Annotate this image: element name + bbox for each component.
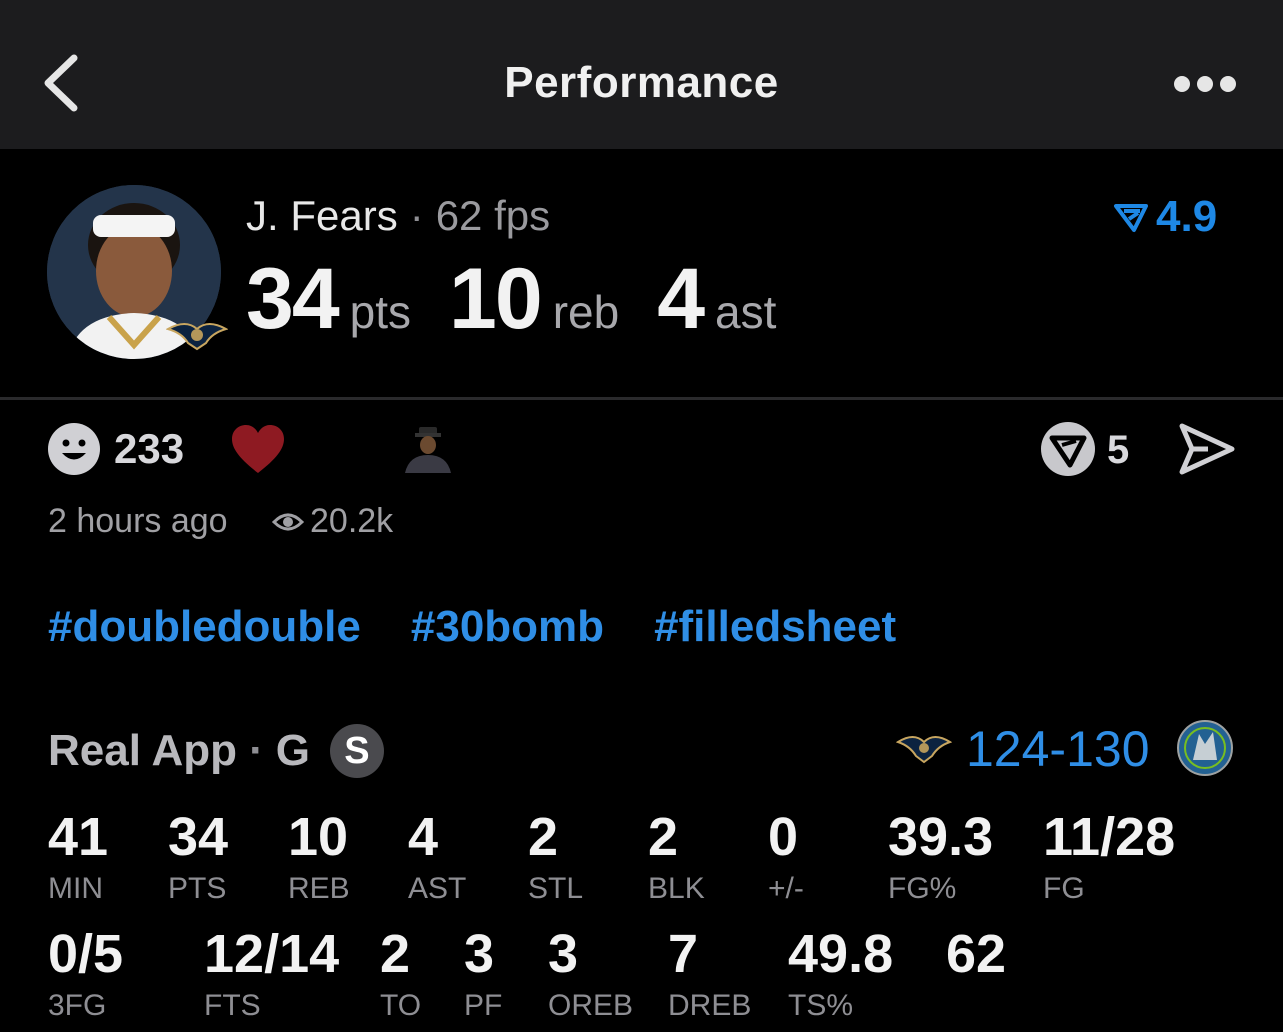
stat-label: STL [528, 872, 584, 905]
stat-label: PTS [168, 872, 227, 905]
stat-true-shooting: 49.8 TS% [788, 927, 893, 1021]
headline-points-unit: pts [349, 286, 412, 338]
fantasy-points: 62 fps [435, 192, 551, 239]
rating-v-icon [1114, 204, 1148, 232]
stat-label: REB [288, 872, 350, 905]
stat-value: 3 [464, 924, 495, 984]
stat-rebounds: 10 REB [288, 810, 350, 904]
hashtag-link[interactable]: #filledsheet [654, 602, 896, 652]
view-count: 20.2k [272, 502, 393, 541]
stat-turnovers: 2 TO [380, 927, 421, 1021]
hashtag-list: #doubledouble #30bomb #filledsheet [48, 602, 946, 652]
separator-dot: · [249, 726, 264, 775]
hashtag-link[interactable]: #doubledouble [48, 602, 361, 652]
hashtag-link[interactable]: #30bomb [411, 602, 604, 652]
game-info: Real App · G S [48, 724, 384, 778]
stat-value: 4 [408, 807, 439, 867]
stat-value: 12/14 [204, 924, 340, 984]
timberwolves-logo-icon [1177, 720, 1233, 776]
stat-label: BLK [648, 872, 705, 905]
league-source: Real App [48, 726, 238, 775]
nav-bar: Performance [0, 0, 1283, 149]
share-send-icon[interactable] [1178, 422, 1236, 476]
stat-value: 10 [288, 807, 349, 867]
separator-dot: · [409, 192, 424, 239]
stat-field-goals: 11/28 FG [1043, 810, 1175, 904]
post-timestamp: 2 hours ago [48, 502, 228, 540]
stat-label: FG% [888, 872, 957, 905]
stat-three-pointers: 0/5 3FG [48, 927, 123, 1021]
stat-fg-percent: 39.3 FG% [888, 810, 993, 904]
game-score[interactable]: 124-130 [966, 720, 1150, 778]
headline-points-value: 34 [246, 251, 340, 347]
player-position: G [275, 726, 310, 775]
headline-rebounds-unit: reb [552, 286, 620, 338]
reaction-user-avatar[interactable] [399, 425, 455, 473]
stat-minutes: 41 MIN [48, 810, 108, 904]
stat-label: TO [380, 989, 422, 1022]
view-count-value: 20.2k [310, 502, 394, 540]
stat-label: 3FG [48, 989, 107, 1022]
rating-value: 4.9 [1156, 192, 1218, 241]
stat-label: DREB [668, 989, 752, 1022]
stat-value: 2 [648, 807, 679, 867]
player-name[interactable]: J. Fears [246, 192, 398, 239]
smile-reaction-icon[interactable] [47, 422, 101, 476]
stat-label: AST [408, 872, 467, 905]
stat-points: 34 PTS [168, 810, 228, 904]
stat-value: 3 [548, 924, 579, 984]
stat-value: 41 [48, 807, 109, 867]
stat-value: 34 [168, 807, 229, 867]
section-divider [0, 397, 1283, 400]
stat-label: FTS [204, 989, 261, 1022]
performance-screen: Performance J. Fears · 62 fps 4.9 34 pts… [0, 0, 1283, 1032]
stat-blocks: 2 BLK [648, 810, 705, 904]
stat-value: 39.3 [888, 807, 994, 867]
headline-rebounds-value: 10 [449, 251, 543, 347]
stat-personal-fouls: 3 PF [464, 927, 502, 1021]
stat-fantasy-points: 62 [946, 927, 1006, 991]
stat-value: 49.8 [788, 924, 894, 984]
eye-icon [272, 513, 304, 530]
stat-value: 7 [668, 924, 699, 984]
stat-value: 62 [946, 924, 1007, 984]
stat-label: PF [464, 989, 503, 1022]
stat-plus-minus: 0 +/- [768, 810, 804, 904]
stat-defensive-rebounds: 7 DREB [668, 927, 751, 1021]
stat-steals: 2 STL [528, 810, 583, 904]
v-count: 5 [1107, 428, 1130, 472]
stat-value: 0 [768, 807, 799, 867]
player-name-line: J. Fears · 62 fps [246, 192, 550, 240]
v-logo-icon[interactable] [1040, 421, 1096, 477]
stat-free-throws: 12/14 FTS [204, 927, 339, 1021]
stat-label: MIN [48, 872, 103, 905]
stat-offensive-rebounds: 3 OREB [548, 927, 633, 1021]
heart-reaction-icon[interactable] [230, 423, 286, 475]
rating-badge[interactable]: 4.9 [1112, 192, 1217, 242]
stat-label: +/- [768, 872, 804, 905]
pelicans-logo-icon [896, 736, 952, 764]
stat-value: 11/28 [1043, 807, 1176, 867]
headline-stats: 34 pts 10 reb 4 ast [246, 250, 814, 349]
stat-label: OREB [548, 989, 634, 1022]
stat-assists: 4 AST [408, 810, 466, 904]
stat-label: TS% [788, 989, 854, 1022]
page-title: Performance [504, 58, 779, 107]
stat-value: 0/5 [48, 924, 124, 984]
stat-label: FG [1043, 872, 1085, 905]
stat-value: 2 [528, 807, 559, 867]
starter-badge: S [329, 724, 384, 778]
stat-value: 2 [380, 924, 411, 984]
pelicans-logo-icon [166, 323, 228, 351]
more-options-icon[interactable] [1170, 70, 1240, 98]
headline-assists-unit: ast [715, 286, 777, 338]
headline-assists-value: 4 [657, 251, 705, 347]
reaction-count: 233 [114, 425, 185, 472]
